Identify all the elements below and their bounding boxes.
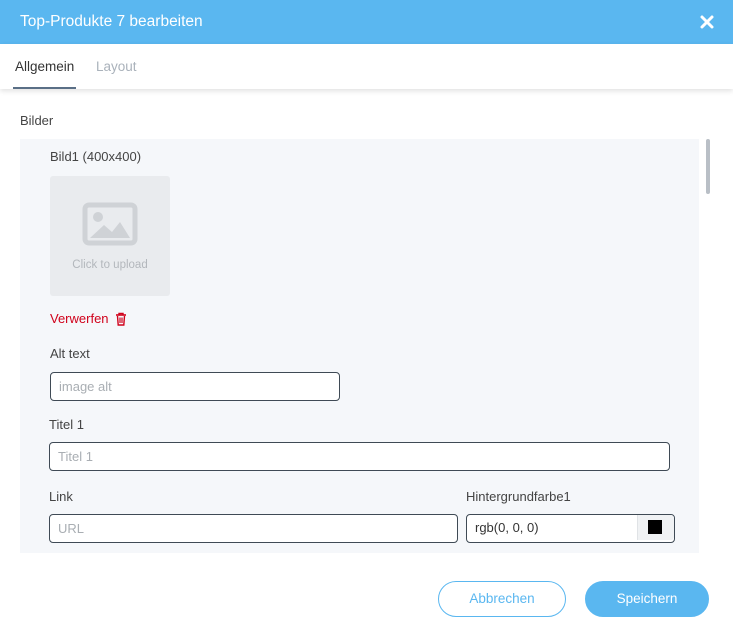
alt-text-input[interactable] — [51, 373, 339, 400]
discard-button[interactable]: Verwerfen — [50, 311, 127, 326]
alt-text-field — [50, 372, 340, 401]
trash-icon — [115, 312, 126, 326]
color-swatch — [648, 520, 662, 534]
cancel-button[interactable]: Abbrechen — [438, 581, 566, 617]
dialog-title: Top-Produkte 7 bearbeiten — [20, 13, 203, 30]
image-label: Bild1 (400x400) — [50, 149, 142, 164]
title1-input[interactable] — [50, 443, 669, 470]
image-settings-panel: Bild1 (400x400) Click to upload Verwerfe… — [20, 139, 699, 553]
link-field — [49, 514, 458, 543]
link-input[interactable] — [50, 515, 457, 542]
image-upload-dropzone[interactable]: Click to upload — [50, 176, 170, 296]
title1-field — [49, 442, 670, 471]
close-icon[interactable] — [697, 12, 717, 32]
discard-label: Verwerfen — [50, 311, 109, 326]
bgcolor-field[interactable]: rgb(0, 0, 0) — [466, 514, 675, 543]
bgcolor-label: Hintergrundfarbe1 — [466, 489, 571, 504]
section-label-bilder: Bilder — [20, 113, 54, 128]
panel-scrollbar[interactable] — [706, 139, 710, 194]
link-label: Link — [49, 489, 73, 504]
upload-hint: Click to upload — [72, 259, 148, 271]
color-picker-trigger[interactable] — [637, 515, 674, 540]
title1-label: Titel 1 — [49, 417, 84, 432]
image-placeholder-icon — [82, 202, 138, 246]
bgcolor-value: rgb(0, 0, 0) — [475, 520, 539, 535]
alt-text-label: Alt text — [50, 346, 90, 361]
dialog-header: Top-Produkte 7 bearbeiten — [0, 0, 733, 44]
tab-bar: Allgemein Layout — [0, 44, 733, 89]
tab-allgemein[interactable]: Allgemein — [12, 44, 77, 89]
save-button[interactable]: Speichern — [585, 581, 709, 617]
tab-layout[interactable]: Layout — [96, 44, 137, 89]
